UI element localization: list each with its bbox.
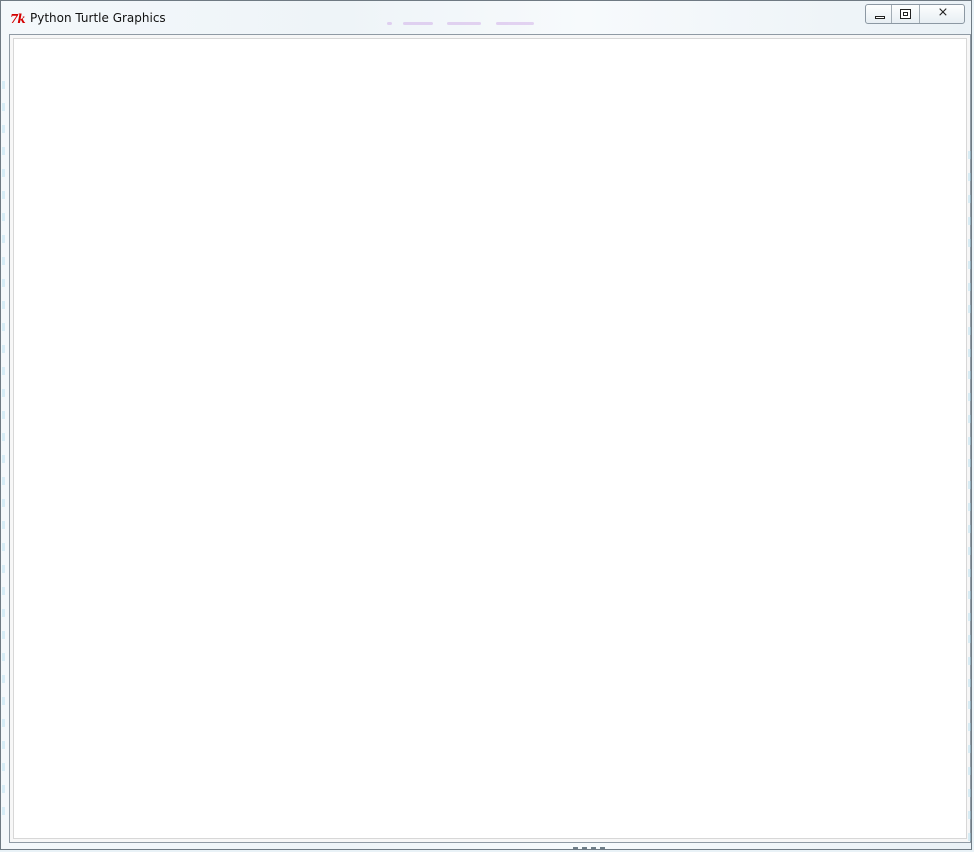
- window-title: Python Turtle Graphics: [30, 11, 166, 25]
- tk-icon: 7k: [10, 12, 26, 26]
- minimize-button[interactable]: [866, 5, 893, 23]
- left-window-edge-highlight: [2, 81, 5, 821]
- maximize-icon: [900, 9, 912, 19]
- close-button[interactable]: ⨯: [920, 5, 964, 23]
- right-window-edge-highlight: [968, 151, 971, 841]
- turtle-client-area: [9, 34, 971, 843]
- window-controls: ⨯: [865, 4, 965, 24]
- bottom-window-edge-detail: [573, 847, 609, 849]
- maximize-button[interactable]: [892, 5, 920, 23]
- window-title-bar[interactable]: 7k Python Turtle Graphics ⨯: [1, 1, 971, 33]
- turtle-graphics-window: 7k Python Turtle Graphics ⨯: [0, 0, 972, 850]
- turtle-drawing-canvas[interactable]: [13, 38, 967, 839]
- background-window-title-ghost: [379, 20, 539, 28]
- close-icon: ⨯: [937, 5, 949, 20]
- minimize-icon: [875, 16, 885, 19]
